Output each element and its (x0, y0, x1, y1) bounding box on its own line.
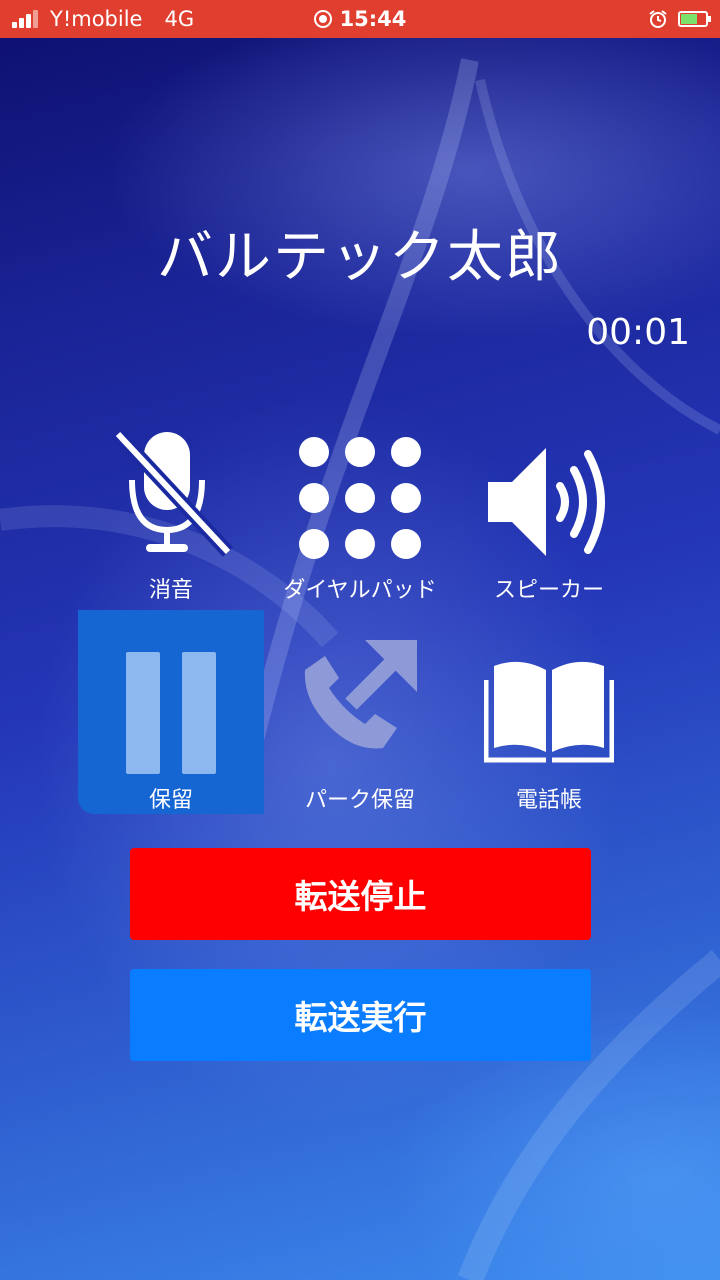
hold-label: 保留 (148, 788, 193, 813)
mute-label: 消音 (148, 578, 193, 603)
status-right (648, 0, 711, 38)
book-icon (456, 610, 642, 766)
call-screen: Y!mobile 4G 15:44 バルテック太郎 00:01 消音 ダイヤルパ… (0, 0, 720, 1280)
speaker-button[interactable]: スピーカー (456, 412, 642, 616)
mute-button[interactable]: 消音 (78, 412, 264, 616)
alarm-icon (649, 10, 667, 28)
pause-icon (78, 610, 264, 776)
call-transfer-icon (267, 610, 453, 760)
dialpad-icon (267, 412, 453, 562)
battery-icon (678, 11, 711, 27)
park-hold-label: パーク保留 (304, 788, 415, 813)
dialpad-button[interactable]: ダイヤルパッド (267, 412, 453, 616)
hold-button[interactable]: 保留 (78, 610, 264, 814)
status-time: 15:44 (339, 7, 407, 31)
phonebook-button[interactable]: 電話帳 (456, 610, 642, 814)
microphone-muted-icon (78, 412, 264, 562)
screen-record-icon (313, 10, 332, 28)
dialpad-label: ダイヤルパッド (283, 578, 437, 603)
speaker-label: スピーカー (493, 578, 604, 603)
status-bar: Y!mobile 4G 15:44 (0, 0, 720, 38)
caller-name: バルテック太郎 (157, 225, 563, 290)
transfer-execute-button[interactable]: 転送実行 (130, 969, 591, 1061)
status-center: 15:44 (0, 0, 720, 38)
speaker-icon (456, 412, 642, 562)
park-hold-button[interactable]: パーク保留 (267, 610, 453, 814)
transfer-stop-button[interactable]: 転送停止 (130, 848, 591, 940)
call-duration: 00:01 (586, 312, 690, 353)
phonebook-label: 電話帳 (515, 788, 582, 813)
